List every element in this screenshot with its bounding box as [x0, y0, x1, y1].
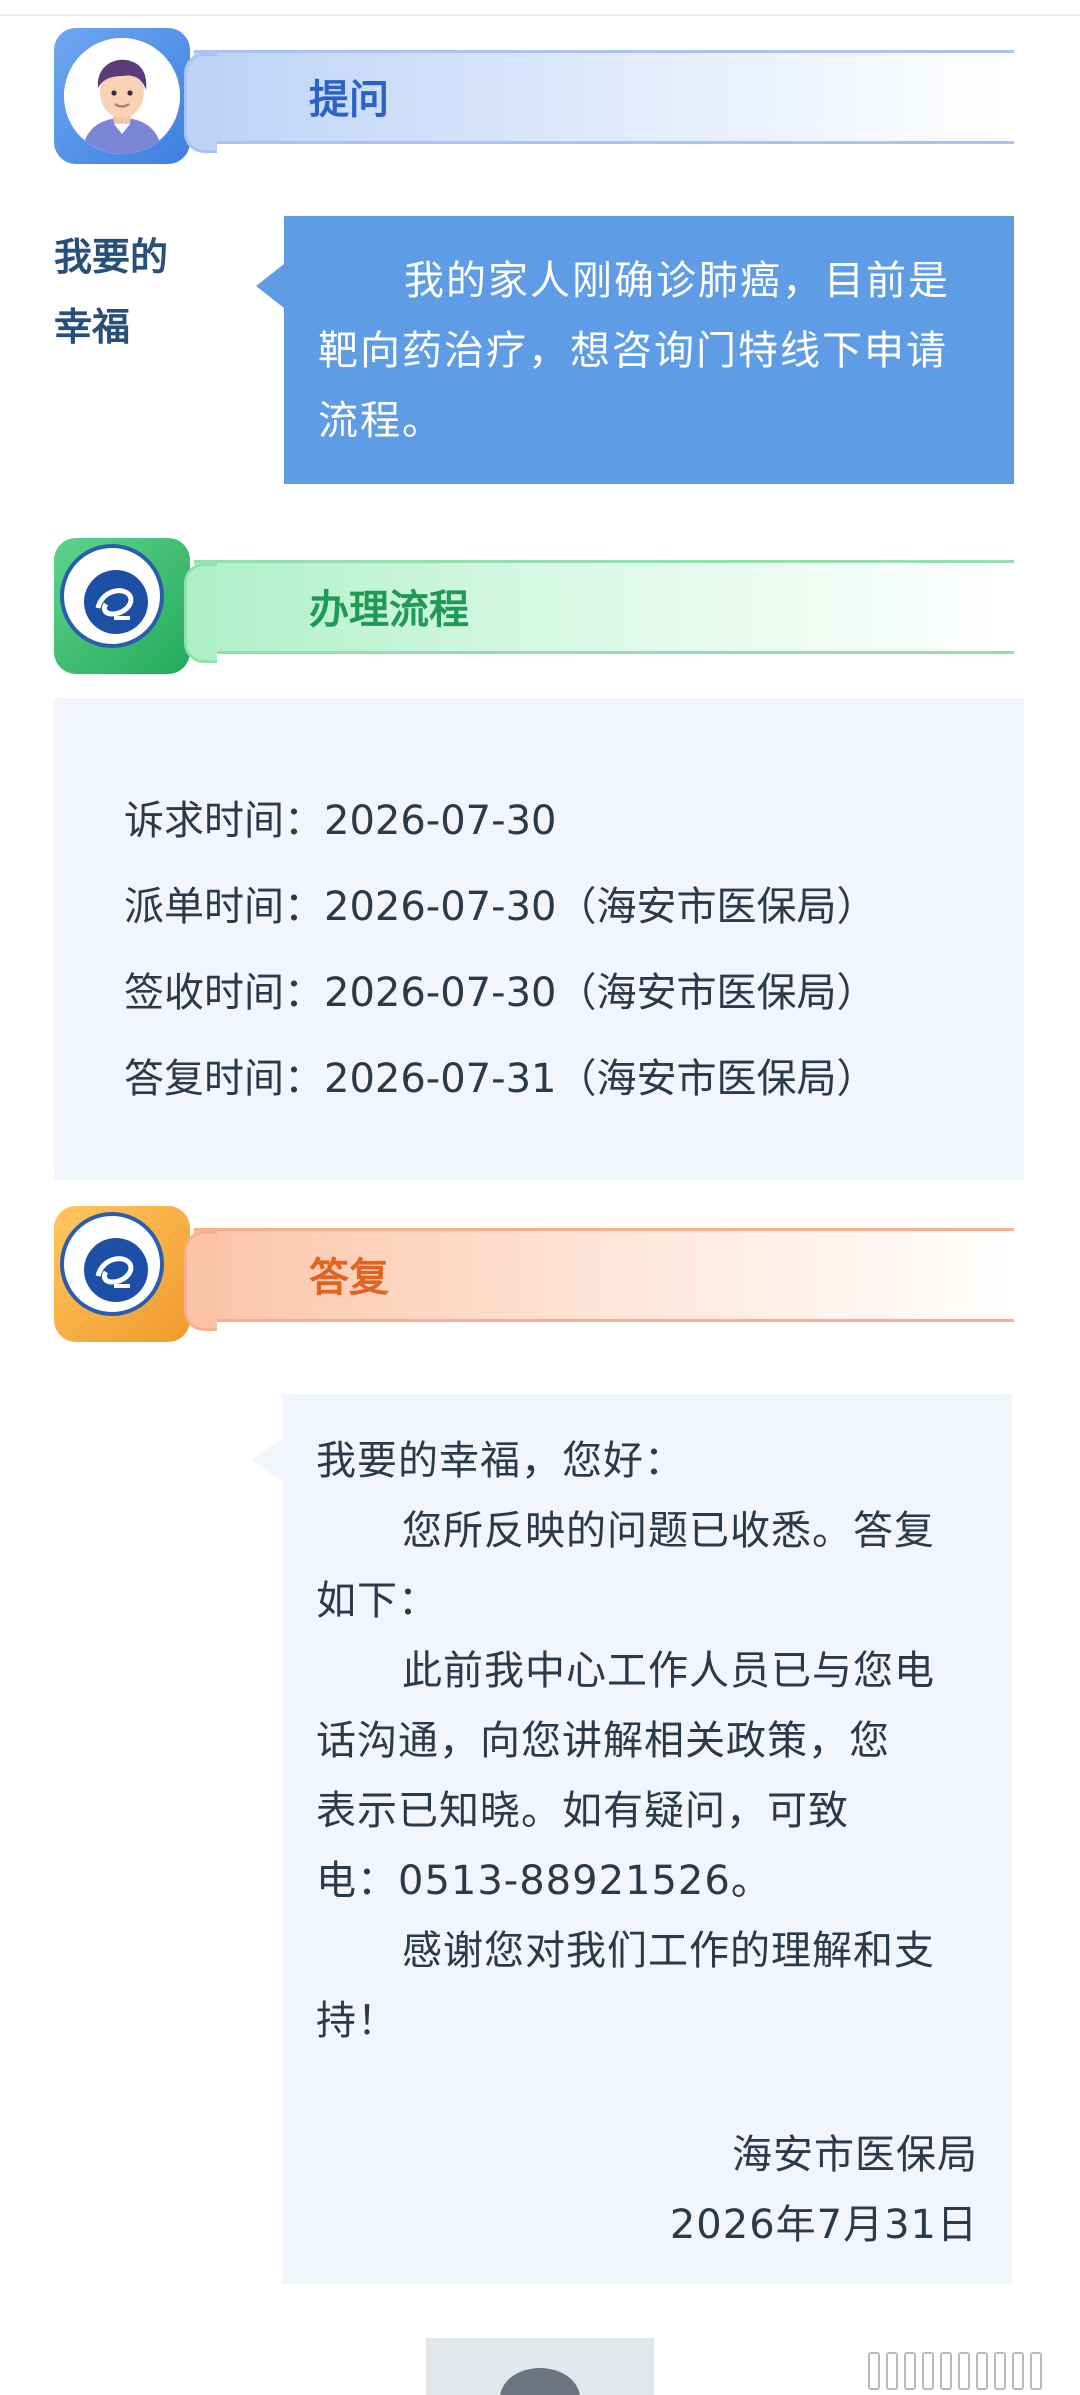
reply-paragraph-line: 如下：: [316, 1578, 439, 1624]
reply-section-title: 答复: [309, 1255, 389, 1301]
process-header: 办理流程: [54, 538, 1014, 678]
next-item-thumbnail[interactable]: [426, 2338, 654, 2395]
question-title-bar: 提问: [184, 50, 1014, 153]
reply-header: 答复: [54, 1206, 1014, 1346]
process-row-label: 答复时间：: [124, 1056, 324, 1102]
process-title-bar: 办理流程: [184, 560, 1014, 663]
service-emblem-icon: [54, 538, 190, 674]
process-section-title: 办理流程: [309, 587, 469, 633]
reply-greeting: 我要的幸福，您好：: [316, 1438, 685, 1484]
process-row-date: 2026-07-30: [324, 798, 557, 844]
asker-name-line1: 我要的: [54, 235, 169, 279]
user-avatar-icon: [54, 28, 190, 164]
process-row-date: 2026-07-31: [324, 1056, 557, 1102]
question-header: 提问: [54, 28, 1014, 168]
process-row-date: 2026-07-30: [324, 884, 557, 930]
reply-date: 2026年7月31日: [669, 2202, 978, 2248]
top-divider: [0, 14, 1080, 16]
process-row: 签收时间：2026-07-30（海安市医保局）: [124, 950, 1024, 1036]
process-row-label: 派单时间：: [124, 884, 324, 930]
process-row: 答复时间：2026-07-31（海安市医保局）: [124, 1036, 1024, 1122]
question-bubble: 我的家人刚确诊肺癌，目前是靶向药治疗，想咨询门特线下申请流程。: [256, 216, 1014, 484]
reply-title-bar: 答复: [184, 1228, 1014, 1331]
reply-paragraph-line: 您所反映的问题已收悉。答复: [402, 1508, 935, 1554]
service-emblem-icon: [54, 1206, 190, 1342]
process-row-dept: （海安市医保局）: [556, 884, 877, 930]
reply-signature: 海安市医保局: [732, 2132, 978, 2178]
reply-bubble: 我要的幸福，您好： 您所反映的问题已收悉。答复 如下： 此前我中心工作人员已与您…: [252, 1394, 1012, 2284]
asker-name-line2: 幸福: [54, 305, 131, 349]
process-row-dept: （海安市医保局）: [556, 970, 877, 1016]
reply-phone-line: 电：0513-88921526。: [316, 1858, 772, 1904]
process-row-dept: （海安市医保局）: [556, 1056, 877, 1102]
reply-paragraph-line: 持！: [316, 1998, 398, 2044]
process-box: 诉求时间：2026-07-30 派单时间：2026-07-30（海安市医保局） …: [54, 698, 1024, 1180]
more-options-icon[interactable]: [868, 2344, 1062, 2390]
question-text: 我的家人刚确诊肺癌，目前是靶向药治疗，想咨询门特线下申请流程。: [318, 258, 950, 444]
reply-paragraph-line: 话沟通，向您讲解相关政策，您: [316, 1718, 890, 1764]
asker-name: 我要的 幸福: [54, 222, 204, 362]
reply-paragraph-line: 此前我中心工作人员已与您电: [402, 1648, 935, 1694]
reply-paragraph-line: 表示已知晓。如有疑问，可致: [316, 1788, 849, 1834]
process-row-label: 签收时间：: [124, 970, 324, 1016]
process-row-label: 诉求时间：: [124, 798, 324, 844]
reply-paragraph-line: 感谢您对我们工作的理解和支: [402, 1928, 935, 1974]
thumbnail-icon: [500, 2368, 580, 2395]
question-section-title: 提问: [309, 77, 389, 123]
process-row: 派单时间：2026-07-30（海安市医保局）: [124, 864, 1024, 950]
process-row-date: 2026-07-30: [324, 970, 557, 1016]
process-row: 诉求时间：2026-07-30: [124, 778, 1024, 864]
